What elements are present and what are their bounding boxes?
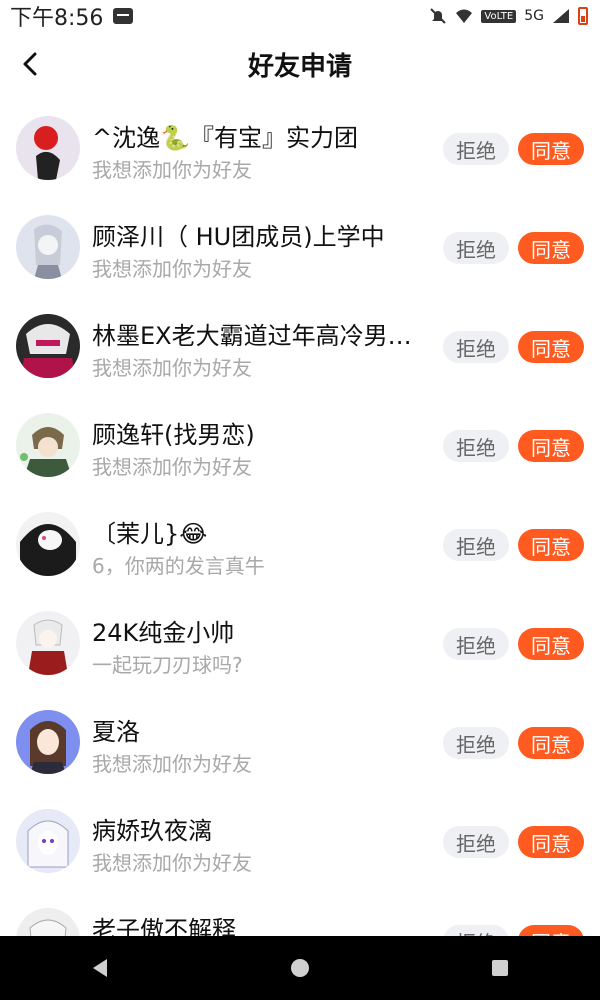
friend-request-row: 病娇玖夜漓 我想添加你为好友 拒绝 同意	[0, 789, 600, 888]
friend-request-row: 顾逸轩(找男恋) 我想添加你为好友 拒绝 同意	[0, 393, 600, 492]
home-circle-icon	[291, 959, 309, 977]
requester-name: 病娇玖夜漓	[92, 817, 212, 845]
accept-button[interactable]: 同意	[518, 925, 584, 936]
friend-request-row: 顾泽川（ HU团成员)上学中 我想添加你为好友 拒绝 同意	[0, 195, 600, 294]
reject-button[interactable]: 拒绝	[443, 628, 509, 660]
avatar[interactable]	[16, 908, 80, 936]
friend-request-row: 24K纯金小帅 一起玩刀刃球吗? 拒绝 同意	[0, 591, 600, 690]
request-message: 我想添加你为好友	[92, 752, 252, 776]
accept-button[interactable]: 同意	[518, 727, 584, 759]
friend-request-row: 老子傲不解释 拒绝 同意	[0, 888, 600, 936]
avatar[interactable]	[16, 116, 80, 180]
accept-button[interactable]: 同意	[518, 232, 584, 264]
reject-button[interactable]: 拒绝	[443, 826, 509, 858]
requester-name: 〔茉儿}😂	[92, 520, 208, 548]
signal-icon	[553, 9, 569, 23]
requester-name: 林墨EX老大霸道过年高冷男…	[92, 322, 412, 350]
volte-badge: VoLTE	[481, 9, 517, 23]
reject-button[interactable]: 拒绝	[443, 430, 509, 462]
system-nav-bar	[0, 936, 600, 1000]
requester-name: 老子傲不解释	[92, 916, 236, 936]
avatar[interactable]	[16, 314, 80, 378]
requester-name: 顾泽川（ HU团成员)上学中	[92, 223, 385, 251]
request-message: 6，你两的发言真牛	[92, 554, 265, 578]
request-message: 我想添加你为好友	[92, 455, 252, 479]
reject-button[interactable]: 拒绝	[443, 727, 509, 759]
request-message: 一起玩刀刃球吗?	[92, 653, 243, 677]
request-message: 我想添加你为好友	[92, 851, 252, 875]
network-type: 5G	[524, 8, 544, 24]
avatar[interactable]	[16, 215, 80, 279]
request-message: 我想添加你为好友	[92, 257, 252, 281]
wifi-icon	[456, 9, 473, 23]
accept-button[interactable]: 同意	[518, 628, 584, 660]
friend-request-row: 〔茉儿}😂 6，你两的发言真牛 拒绝 同意	[0, 492, 600, 591]
friend-request-list[interactable]: ^沈逸🐍『有宝』实力团 我想添加你为好友 拒绝 同意 顾泽川（ HU团成员)上学…	[0, 96, 600, 936]
request-message: 我想添加你为好友	[92, 356, 252, 380]
requester-name: 顾逸轩(找男恋)	[92, 421, 255, 449]
chevron-left-icon	[23, 52, 37, 76]
friend-request-row: ^沈逸🐍『有宝』实力团 我想添加你为好友 拒绝 同意	[0, 96, 600, 195]
recents-square-icon	[492, 960, 508, 976]
avatar[interactable]	[16, 611, 80, 675]
requester-name: ^沈逸🐍『有宝』实力团	[92, 124, 358, 152]
status-right: VoLTE 5G	[429, 7, 600, 25]
back-triangle-icon	[93, 959, 107, 977]
header: 好友申请	[0, 32, 600, 96]
battery-icon	[578, 7, 588, 25]
status-left: 下午8:56	[0, 0, 134, 32]
accept-button[interactable]: 同意	[518, 331, 584, 363]
accept-button[interactable]: 同意	[518, 826, 584, 858]
avatar[interactable]	[16, 809, 80, 873]
nav-recents-button[interactable]	[470, 938, 530, 998]
back-button[interactable]	[10, 44, 50, 84]
reject-button[interactable]: 拒绝	[443, 133, 509, 165]
accept-button[interactable]: 同意	[518, 133, 584, 165]
status-bar: 下午8:56 VoLTE 5G	[0, 0, 600, 32]
reject-button[interactable]: 拒绝	[443, 331, 509, 363]
friend-request-row: 夏洛 我想添加你为好友 拒绝 同意	[0, 690, 600, 789]
status-time: 下午8:56	[10, 6, 104, 31]
avatar[interactable]	[16, 413, 80, 477]
avatar[interactable]	[16, 512, 80, 576]
reject-button[interactable]: 拒绝	[443, 529, 509, 561]
reject-button[interactable]: 拒绝	[443, 925, 509, 936]
reject-button[interactable]: 拒绝	[443, 232, 509, 264]
message-icon	[113, 8, 134, 24]
requester-name: 夏洛	[92, 718, 140, 746]
request-message: 我想添加你为好友	[92, 158, 252, 182]
nav-back-button[interactable]	[70, 938, 130, 998]
accept-button[interactable]: 同意	[518, 529, 584, 561]
page-title: 好友申请	[247, 51, 352, 82]
requester-name: 24K纯金小帅	[92, 619, 235, 647]
accept-button[interactable]: 同意	[518, 430, 584, 462]
friend-request-row: 林墨EX老大霸道过年高冷男… 我想添加你为好友 拒绝 同意	[0, 294, 600, 393]
avatar[interactable]	[16, 710, 80, 774]
nav-home-button[interactable]	[270, 938, 330, 998]
bell-off-icon	[430, 8, 447, 24]
